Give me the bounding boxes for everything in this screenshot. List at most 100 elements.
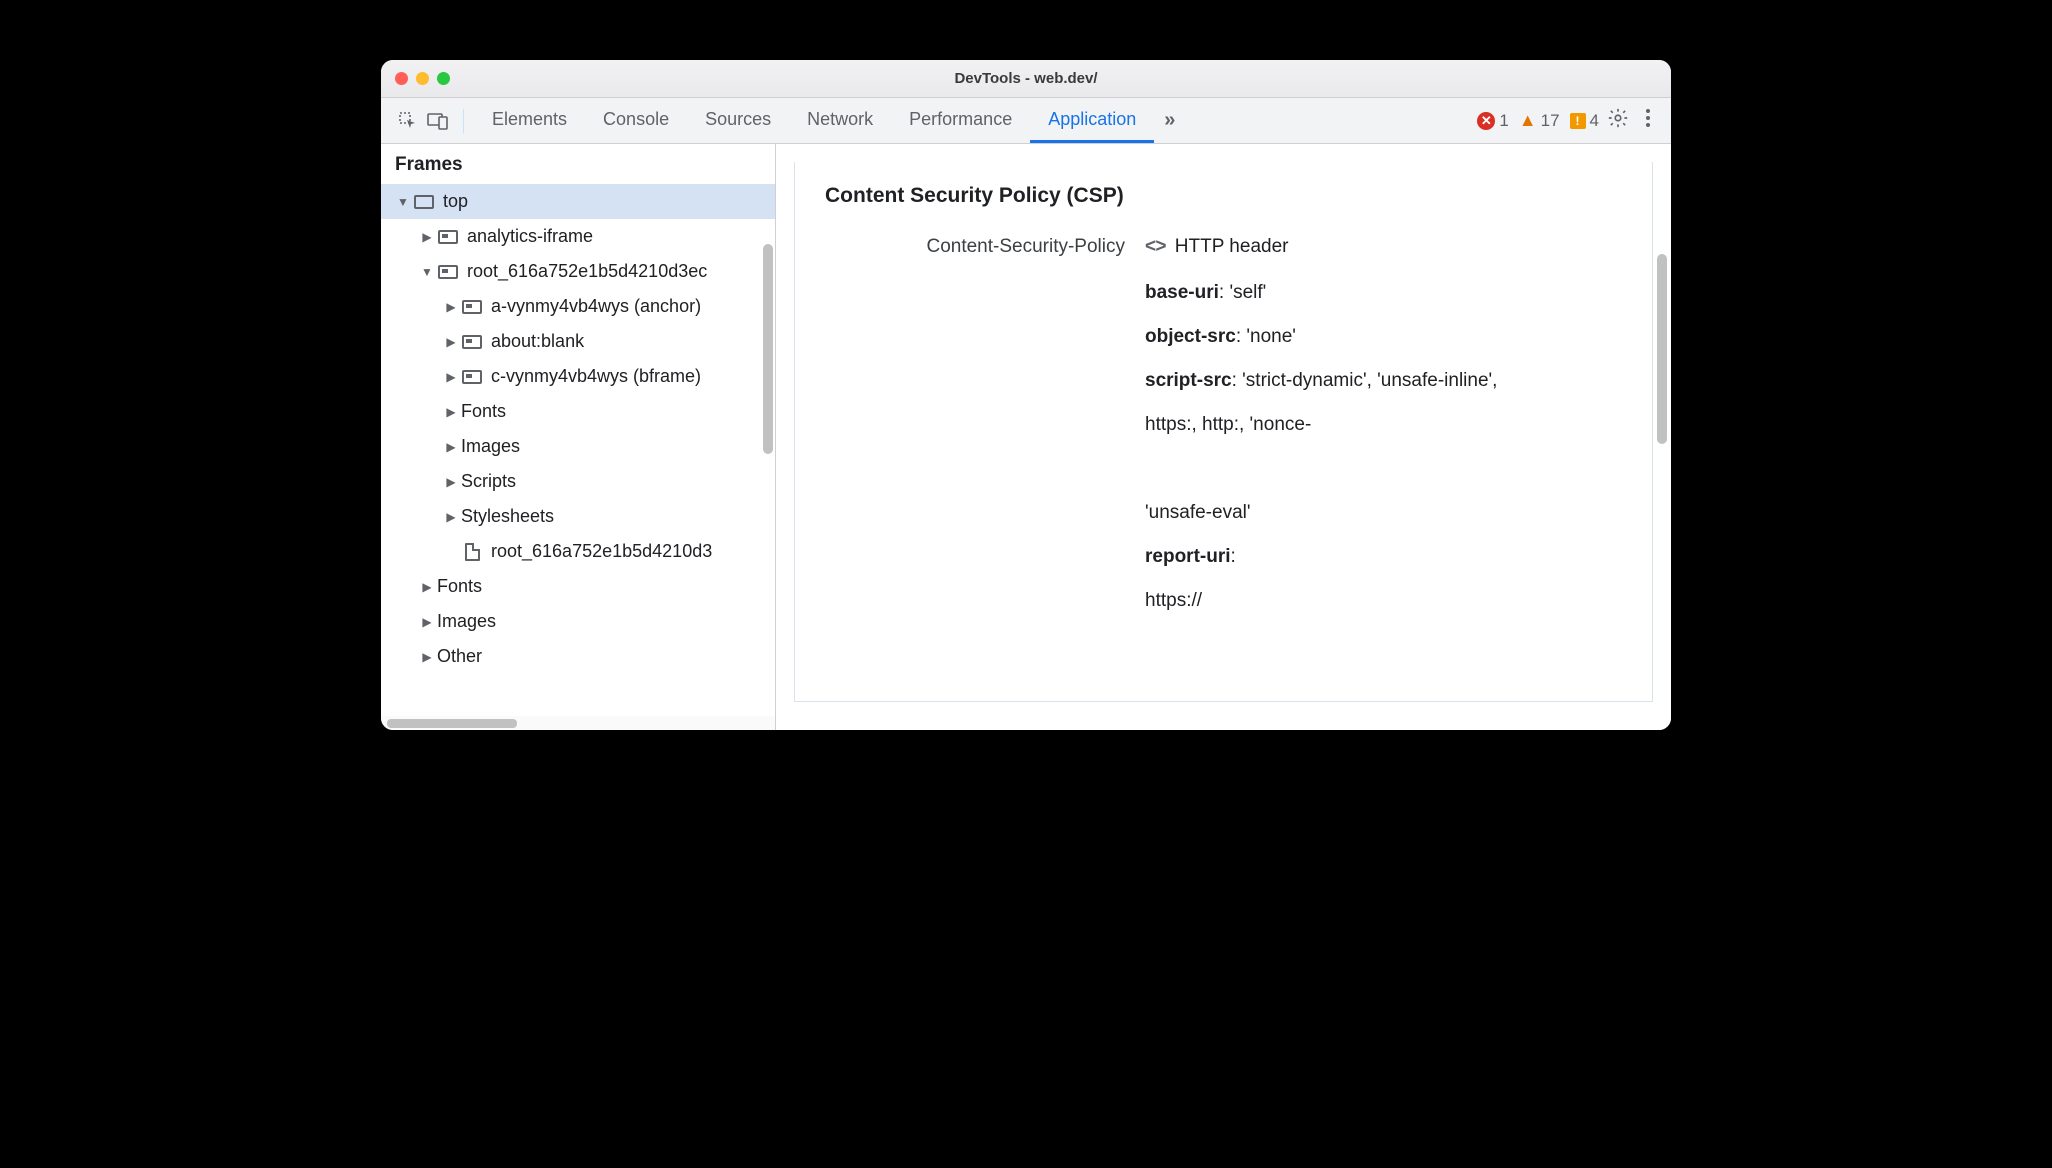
tree-row[interactable]: root_616a752e1b5d4210d3ec <box>381 254 775 289</box>
more-options-button[interactable] <box>1637 108 1659 133</box>
disclosure-arrow-icon[interactable] <box>421 580 433 594</box>
frame-icon <box>413 194 435 210</box>
directive-value: : <box>1231 546 1236 567</box>
csp-header-source: HTTP header <box>1175 236 1289 257</box>
tab-network[interactable]: Network <box>789 98 891 143</box>
tree-row-label: c-vynmy4vb4wys (bframe) <box>491 366 701 387</box>
disclosure-arrow-icon[interactable] <box>445 405 457 419</box>
iframe-icon <box>437 264 459 280</box>
tree-row[interactable]: analytics-iframe <box>381 219 775 254</box>
main-panel: Content Security Policy (CSP) Content-Se… <box>776 144 1671 730</box>
tab-application[interactable]: Application <box>1030 98 1154 143</box>
tab-sources[interactable]: Sources <box>687 98 789 143</box>
csp-directive-line: object-src: 'none' <box>1145 326 1622 348</box>
tree-row[interactable]: Images <box>381 604 775 639</box>
tab-performance[interactable]: Performance <box>891 98 1030 143</box>
disclosure-arrow-icon[interactable] <box>421 650 433 664</box>
iframe-icon <box>461 369 483 385</box>
toolbar-separator <box>463 109 464 133</box>
iframe-icon <box>461 334 483 350</box>
csp-directive-line <box>1145 458 1622 480</box>
issue-icon: ! <box>1570 113 1586 129</box>
directive-name: base-uri <box>1145 282 1219 303</box>
tree-row[interactable]: c-vynmy4vb4wys (bframe) <box>381 359 775 394</box>
csp-header-value: < > HTTP header <box>1145 236 1622 258</box>
errors-counter[interactable]: ✕ 1 <box>1477 111 1508 131</box>
tree-row[interactable]: Scripts <box>381 464 775 499</box>
content-area: Frames topanalytics-iframeroot_616a752e1… <box>381 144 1671 730</box>
error-icon: ✕ <box>1477 112 1495 130</box>
code-icon: < > <box>1145 236 1163 257</box>
main-vscrollbar[interactable] <box>1657 254 1667 444</box>
warning-icon: ▲ <box>1519 110 1537 131</box>
tree-row[interactable]: Other <box>381 639 775 674</box>
settings-button[interactable] <box>1599 107 1637 134</box>
tree-row-label: top <box>443 191 468 212</box>
disclosure-arrow-icon[interactable] <box>445 440 457 454</box>
csp-directive-line: base-uri: 'self' <box>1145 282 1622 304</box>
tree-row-label: Scripts <box>461 471 516 492</box>
disclosure-arrow-icon[interactable] <box>445 510 457 524</box>
tree-row[interactable]: root_616a752e1b5d4210d3 <box>381 534 775 569</box>
iframe-icon <box>461 299 483 315</box>
issues-count: 4 <box>1590 111 1599 131</box>
csp-directive-line: script-src: 'strict-dynamic', 'unsafe-in… <box>1145 370 1622 392</box>
section-title: Content Security Policy (CSP) <box>825 184 1622 208</box>
directive-value: 'unsafe-eval' <box>1145 502 1250 523</box>
main-toolbar: Elements Console Sources Network Perform… <box>381 98 1671 144</box>
csp-directive-line: report-uri: <box>1145 546 1622 568</box>
tree-row[interactable]: top <box>381 184 775 219</box>
tab-elements[interactable]: Elements <box>474 98 585 143</box>
titlebar: DevTools - web.dev/ <box>381 60 1671 98</box>
csp-section: Content Security Policy (CSP) Content-Se… <box>794 162 1653 702</box>
disclosure-arrow-icon[interactable] <box>421 265 433 279</box>
sidebar-vscrollbar[interactable] <box>763 244 773 454</box>
directive-value: : 'self' <box>1219 282 1266 303</box>
device-toolbar-icon[interactable] <box>423 106 453 136</box>
tree-row-label: Images <box>437 611 496 632</box>
csp-directive-line: https:// <box>1145 590 1622 612</box>
iframe-icon <box>437 229 459 245</box>
directive-value: https:// <box>1145 590 1202 611</box>
sidebar-hscroll-thumb[interactable] <box>387 719 517 728</box>
directive-value: : 'strict-dynamic', 'unsafe-inline', <box>1232 370 1498 391</box>
tree-row[interactable]: Images <box>381 429 775 464</box>
toolbar-counters: ✕ 1 ▲ 17 ! 4 <box>1477 110 1599 131</box>
warnings-counter[interactable]: ▲ 17 <box>1519 110 1560 131</box>
disclosure-arrow-icon[interactable] <box>445 300 457 314</box>
errors-count: 1 <box>1499 111 1508 131</box>
csp-directive-line: https:, http:, 'nonce- <box>1145 414 1622 436</box>
tree-row-label: Fonts <box>461 401 506 422</box>
sidebar-header: Frames <box>381 144 775 184</box>
disclosure-arrow-icon[interactable] <box>397 195 409 209</box>
warnings-count: 17 <box>1541 111 1560 131</box>
directive-name: report-uri <box>1145 546 1231 567</box>
csp-header-key: Content-Security-Policy <box>825 236 1125 258</box>
sidebar-hscroll-track[interactable] <box>381 716 775 730</box>
more-tabs-button[interactable]: » <box>1154 109 1185 132</box>
csp-directives: base-uri: 'self' object-src: 'none' script… <box>1145 282 1622 612</box>
disclosure-arrow-icon[interactable] <box>421 615 433 629</box>
tree-row-label: Stylesheets <box>461 506 554 527</box>
disclosure-arrow-icon[interactable] <box>421 230 433 244</box>
tree-row[interactable]: about:blank <box>381 324 775 359</box>
tree-row[interactable]: a-vynmy4vb4wys (anchor) <box>381 289 775 324</box>
frames-sidebar: Frames topanalytics-iframeroot_616a752e1… <box>381 144 776 730</box>
directive-name: script-src <box>1145 370 1232 391</box>
window-title: DevTools - web.dev/ <box>381 70 1671 87</box>
disclosure-arrow-icon[interactable] <box>445 475 457 489</box>
tab-console[interactable]: Console <box>585 98 687 143</box>
issues-counter[interactable]: ! 4 <box>1570 111 1599 131</box>
tree-row[interactable]: Fonts <box>381 394 775 429</box>
frames-tree: topanalytics-iframeroot_616a752e1b5d4210… <box>381 184 775 716</box>
tree-row-label: Images <box>461 436 520 457</box>
inspect-element-icon[interactable] <box>393 106 423 136</box>
csp-directive-line: 'unsafe-eval' <box>1145 502 1622 524</box>
tree-row[interactable]: Stylesheets <box>381 499 775 534</box>
disclosure-arrow-icon[interactable] <box>445 370 457 384</box>
tree-row-label: about:blank <box>491 331 584 352</box>
tree-row-label: Other <box>437 646 482 667</box>
directive-value: https:, http:, 'nonce- <box>1145 414 1311 435</box>
disclosure-arrow-icon[interactable] <box>445 335 457 349</box>
tree-row[interactable]: Fonts <box>381 569 775 604</box>
